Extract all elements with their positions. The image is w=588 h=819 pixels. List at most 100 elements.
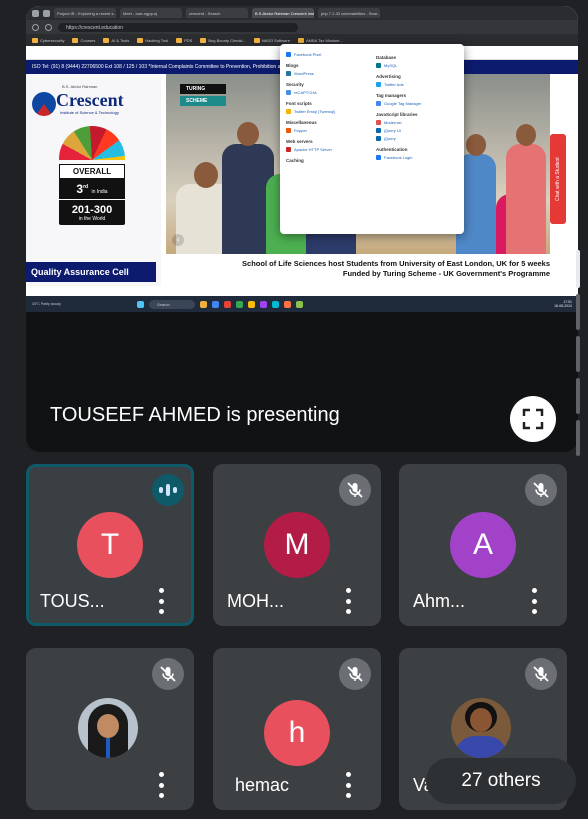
participant-tile[interactable]: [26, 648, 194, 810]
technology-name: Popper: [294, 128, 307, 133]
folder-icon: [103, 37, 110, 43]
photo-person-head: [466, 134, 486, 156]
chat-with-student-tab: Chat with a Student: [550, 134, 566, 224]
avatar-photo-face: [470, 708, 492, 732]
bookmark: PDS: [176, 37, 193, 43]
more-options-icon[interactable]: [343, 588, 353, 614]
windows-start-icon: [137, 300, 144, 308]
technology-logo-icon: [376, 155, 381, 160]
technology-name: Twitter Ads: [384, 82, 404, 87]
taskbar-app-icon: [224, 300, 231, 308]
participant-tile[interactable]: A Ahm...: [399, 464, 567, 626]
rank-overall: OVERALL: [59, 164, 125, 179]
technology-name: jQuery UI: [384, 128, 401, 133]
bookmark: NASO Software: [253, 37, 290, 43]
technology-logo-icon: [286, 109, 291, 114]
sdg-wheel-icon: [59, 126, 125, 160]
popup-technology-item: reCAPTCHA: [286, 90, 368, 95]
brand-institute: Institute of Science & Technology: [60, 110, 119, 115]
more-options-icon[interactable]: [156, 588, 166, 614]
popup-technology-item: jQuery: [376, 136, 458, 141]
taskbar-clock: 17:51 16-08-2024: [554, 300, 572, 308]
taskbar-app-icon: [260, 300, 267, 308]
folder-icon: [137, 37, 144, 43]
back-icon: [32, 23, 39, 31]
avatar-photo-saree: [455, 736, 507, 758]
participant-name: TOUS...: [40, 591, 105, 611]
photo-person-head: [237, 122, 259, 146]
technology-name: Facebook Pixel: [294, 52, 322, 57]
audio-bar: [173, 487, 177, 493]
technology-logo-icon: [286, 128, 291, 133]
fullscreen-icon: [522, 408, 544, 430]
taskbar-app-icon: [296, 300, 303, 308]
popup-technology-item: Google Tag Manager: [376, 101, 458, 106]
popup-technology-item: Apache HTTP Server: [286, 147, 368, 152]
reload-icon: [45, 23, 52, 31]
browser-tab-active: B.S.Abdur Rahman Crescent Inst...: [252, 8, 314, 18]
page-scrollbar[interactable]: [576, 250, 580, 600]
taskbar-app-icon: [200, 300, 207, 308]
taskbar-search: Search: [149, 299, 195, 309]
photo-person-head: [516, 124, 536, 146]
popup-technology-item: Twitter Emoji (Twemoji): [286, 109, 368, 114]
popup-technology-item: jQuery UI: [376, 128, 458, 133]
audio-bar: [159, 487, 163, 493]
address-bar-row: https://crescent.education: [26, 20, 578, 34]
popup-category: JavaScript libraries: [376, 112, 418, 117]
turing-logo-line: TURING: [180, 84, 226, 94]
taskbar-weather: 34°C Partly cloudy: [32, 302, 61, 306]
browser-tab: crescent - Search: [186, 8, 248, 18]
photo-person-head: [194, 162, 218, 188]
fullscreen-button[interactable]: [510, 396, 556, 442]
participant-tile[interactable]: T TOUS...: [26, 464, 194, 626]
popup-technology-item: WordPress: [286, 71, 368, 76]
bookmark-label: Courses: [80, 37, 96, 43]
mic-off-glyph: [347, 482, 363, 498]
more-options-icon[interactable]: [529, 588, 539, 614]
bookmark-label: PDS: [184, 37, 193, 43]
avatar-photo-face: [97, 714, 119, 738]
popup-column-left: Facebook Pixel Blogs WordPress Security reCA…: [286, 49, 368, 229]
quality-assurance-banner: Quality Assurance Cell: [26, 262, 156, 282]
popup-technology-item: MySQL: [376, 63, 458, 68]
avatar-photo-lanyard: [106, 738, 110, 758]
more-options-icon[interactable]: [343, 772, 353, 798]
bookmark: Hacking Tool: [137, 37, 169, 43]
popup-category: Font scripts: [286, 101, 312, 106]
screen-capture: Project IR - Exploring a recent s... Mee…: [26, 6, 578, 312]
participant-tile[interactable]: M MOH...: [213, 464, 381, 626]
browser-tab-bar: Project IR - Exploring a recent s... Mee…: [26, 6, 578, 20]
turing-logo-line: SCHEME: [180, 96, 226, 106]
bookmark: Bug Bounty Checkl...: [200, 37, 246, 43]
window-menu-icon: [32, 9, 39, 17]
tech-detector-popup: Facebook Pixel Blogs WordPress Security reCA…: [280, 44, 464, 234]
photo-person: [506, 124, 546, 254]
brand-dedication: B.S. Abdur Rahman: [62, 84, 98, 89]
technology-logo-icon: [376, 82, 381, 87]
brand-name: Crescent: [56, 90, 124, 110]
technology-name: WordPress: [294, 71, 314, 76]
taskbar-app-icon: [284, 300, 291, 308]
scrollbar-thumb[interactable]: [576, 250, 580, 288]
bookmark: AI & Tools: [103, 37, 129, 43]
mic-off-icon: [525, 658, 557, 690]
more-options-icon[interactable]: [156, 772, 166, 798]
participant-tile[interactable]: h hemac: [213, 648, 381, 810]
windows-taskbar: 34°C Partly cloudy Search 17:51 16-08-20…: [26, 296, 578, 312]
bookmark-label: Bug Bounty Checkl...: [208, 37, 246, 43]
technology-logo-icon: [376, 128, 381, 133]
clock-date: 16-08-2024: [554, 304, 572, 308]
technology-name: MySQL: [384, 63, 398, 68]
bookmark-label: Hacking Tool: [145, 37, 169, 43]
popup-category: Database: [376, 55, 397, 60]
others-count-button[interactable]: 27 others: [426, 758, 576, 804]
popup-category: Caching: [286, 158, 304, 163]
url-field: https://crescent.education: [58, 22, 298, 32]
technology-logo-icon: [286, 52, 291, 57]
taskbar-app-icon: [236, 300, 243, 308]
shared-screen: Project IR - Exploring a recent s... Mee…: [26, 6, 578, 452]
popup-category: Advertising: [376, 74, 401, 79]
rank-india-label: in India: [91, 189, 108, 195]
technology-name: reCAPTCHA: [294, 90, 317, 95]
